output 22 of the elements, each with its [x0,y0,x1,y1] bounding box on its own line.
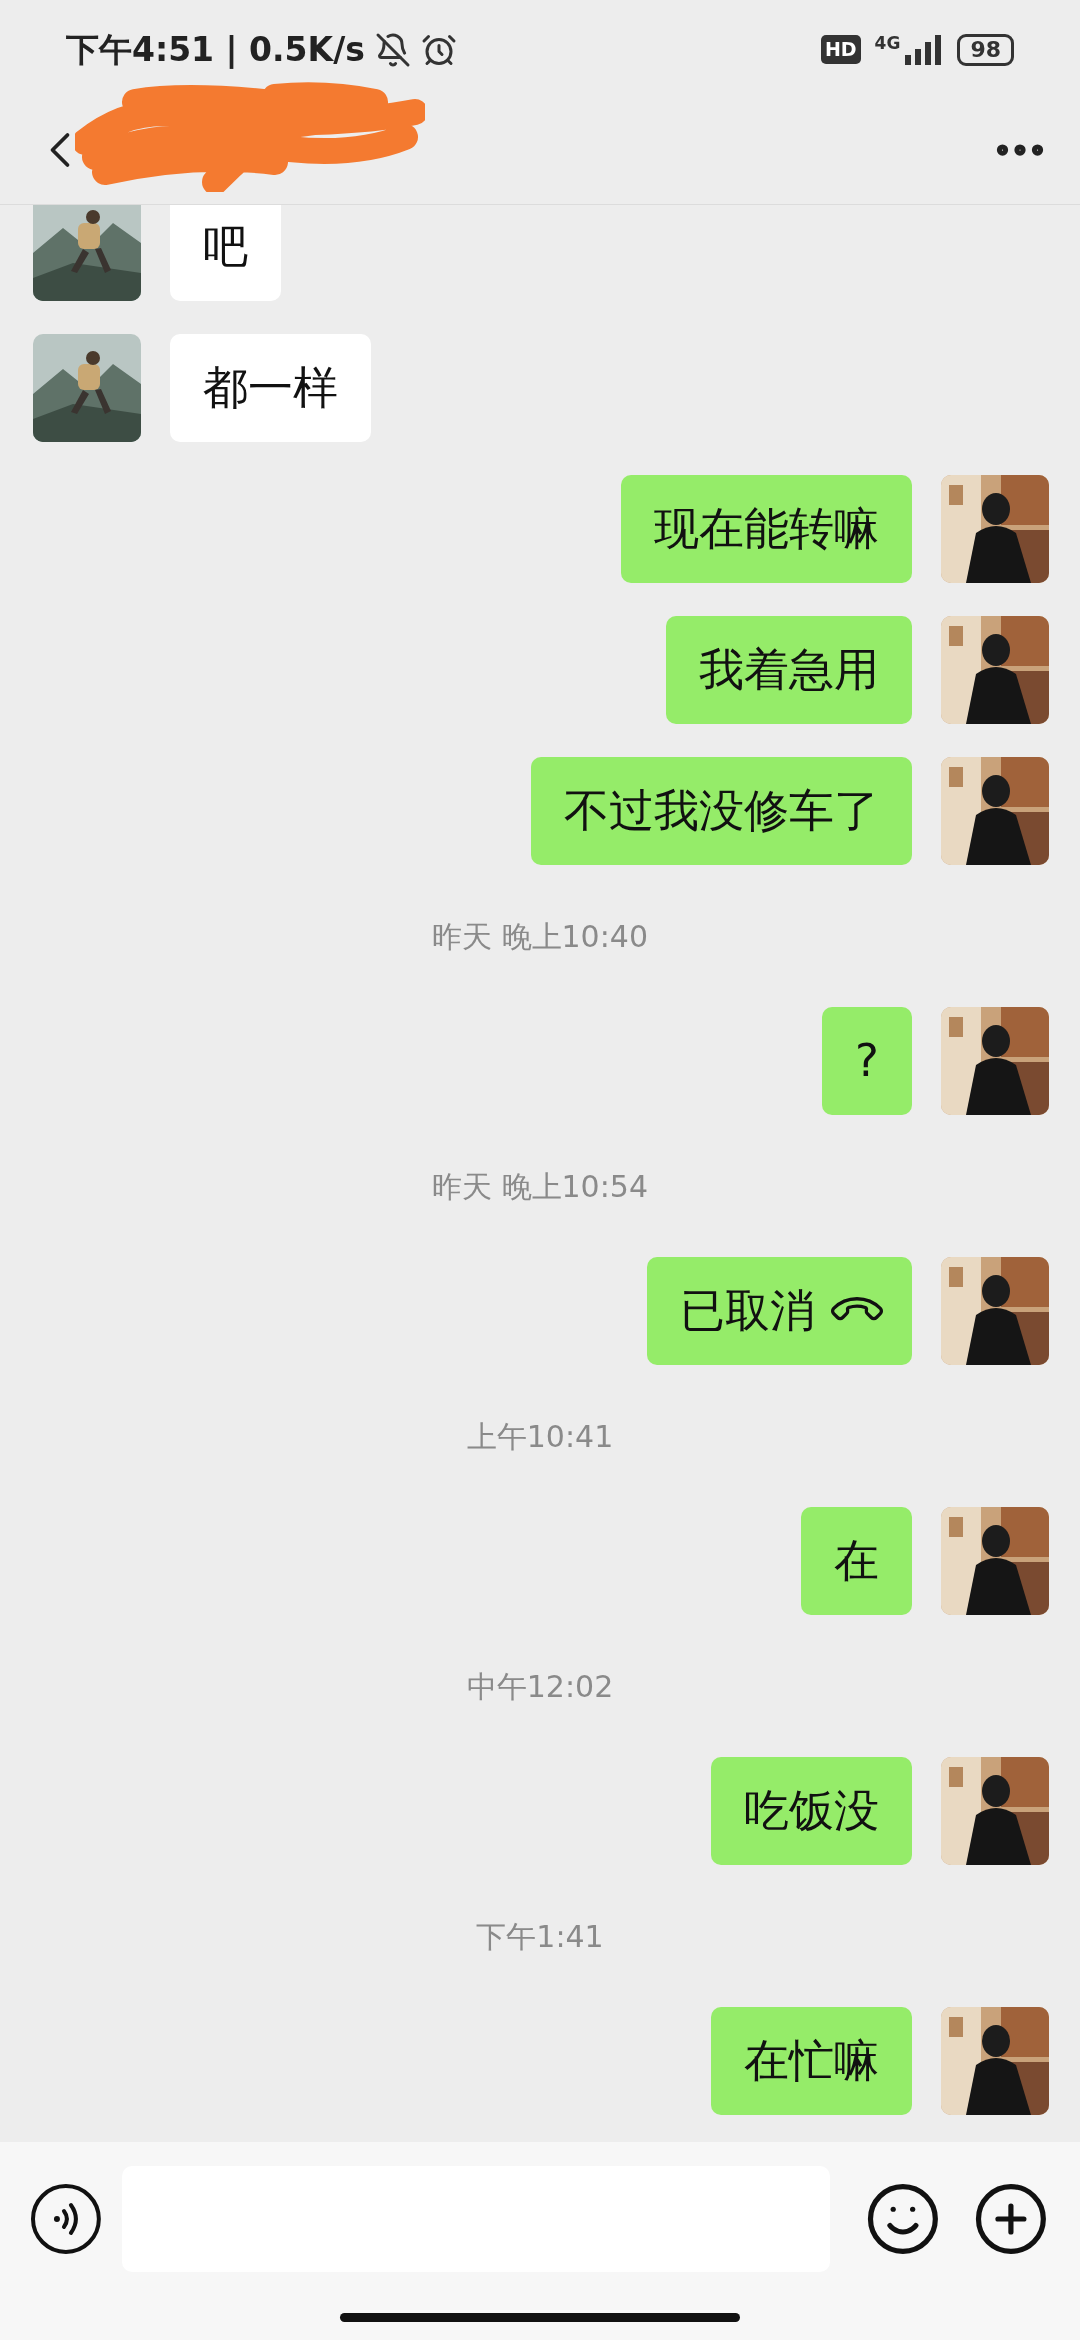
voice-icon[interactable] [30,2183,102,2255]
timestamp: 昨天 晚上10:54 [432,1167,648,1206]
timestamp: 上午10:41 [466,1417,614,1456]
message-bubble[interactable]: 都一样 [170,334,371,442]
message-bubble[interactable]: 吃饭没 [711,1757,912,1865]
message-bubble[interactable]: 现在能转嘛 [621,475,912,583]
message-bubble[interactable]: ? [822,1007,912,1115]
bell-off-icon [374,31,411,68]
message-bubble[interactable]: 我着急用 [666,616,912,724]
battery-indicator: 98 [957,33,1014,66]
message-bubble[interactable]: 在忙嘛 [711,2007,912,2115]
network-type: 4G [874,34,901,52]
timestamp: 昨天 晚上10:40 [432,917,648,956]
hd-badge: HD [820,35,861,64]
timestamp: 中午12:02 [466,1667,614,1706]
message-bubble[interactable]: 吧 [170,205,281,301]
message-bubble[interactable]: 不过我没修车了 [531,757,912,865]
status-time: 下午4:51 | 0.5K/s [66,28,365,71]
signal-icon [903,34,944,65]
message-bubble[interactable]: 在 [801,1507,912,1615]
call-record-bubble[interactable]: 已取消 [647,1257,912,1365]
timestamp: 下午1:41 [476,1917,604,1956]
